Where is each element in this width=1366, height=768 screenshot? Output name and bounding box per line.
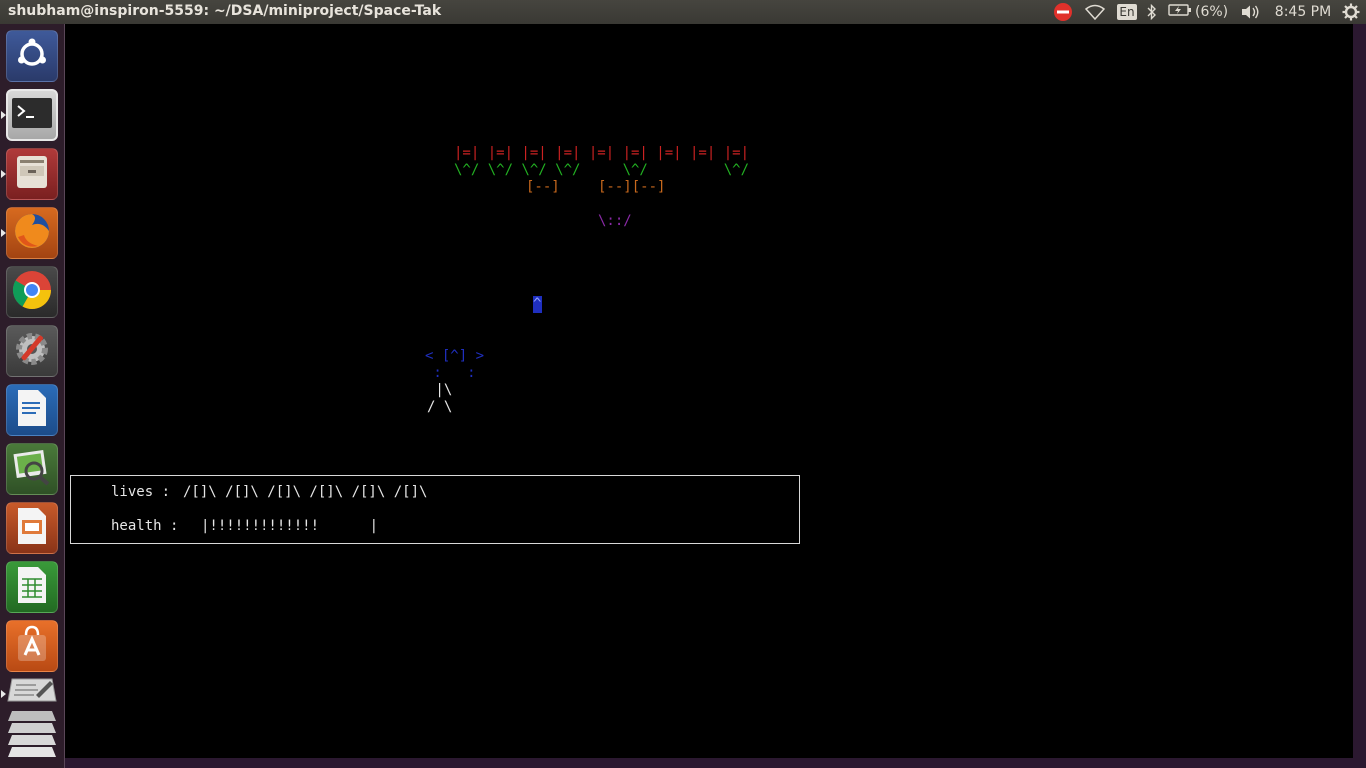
enemy-row-arms: \^/ \^/ \^/ \^/ \^/ \^/	[454, 162, 750, 178]
player-ship-feet: : :	[425, 365, 476, 381]
enemy-row-bodies-right: [--][--]	[598, 179, 666, 195]
software-center-launcher-button[interactable]	[6, 620, 58, 672]
enemy-row-helmets: |=| |=| |=| |=| |=| |=| |=| |=| |=|	[454, 145, 750, 161]
presentation-icon	[16, 506, 48, 550]
document-writer-icon	[16, 388, 48, 432]
clock[interactable]: 8:45 PM	[1270, 0, 1336, 24]
top-panel: shubham@inspiron-5559: ~/DSA/miniproject…	[0, 0, 1366, 24]
system-settings-launcher-button[interactable]	[6, 325, 58, 377]
workspace-switcher-button[interactable]	[6, 710, 58, 762]
text-editor-launcher-button[interactable]	[6, 674, 58, 714]
firefox-launcher-button[interactable]	[6, 207, 58, 259]
chrome-launcher-button[interactable]	[6, 266, 58, 318]
shopping-bag-icon	[15, 625, 49, 667]
terminal-scrollbar-area[interactable]	[1353, 24, 1366, 768]
volume-icon[interactable]	[1238, 0, 1262, 24]
ubuntu-dash-button[interactable]	[6, 30, 58, 82]
enemy-row-bodies-left: [--]	[526, 179, 560, 195]
workspace-stack-icon	[6, 709, 58, 763]
image-viewer-launcher-button[interactable]	[6, 443, 58, 495]
terminal-window[interactable]: |=| |=| |=| |=| |=| |=| |=| |=| |=| \^/ …	[65, 24, 1353, 758]
file-cabinet-icon	[15, 154, 49, 194]
impress-launcher-button[interactable]	[6, 502, 58, 554]
no-entry-icon[interactable]	[1052, 0, 1074, 24]
player-ship-head: < [^] >	[425, 348, 485, 364]
battery-icon	[1168, 3, 1192, 21]
health-label: health :	[111, 518, 179, 534]
health-bar: |!!!!!!!!!!!!! |	[201, 518, 379, 534]
battery-indicator[interactable]: (6%)	[1168, 0, 1232, 24]
chrome-icon	[11, 269, 53, 315]
settings-gear-wrench-icon	[12, 329, 52, 373]
status-box: lives : /[]\ /[]\ /[]\ /[]\ /[]\ /[]\ he…	[70, 475, 800, 544]
text-editor-pencil-icon	[6, 675, 58, 713]
files-launcher-button[interactable]	[6, 148, 58, 200]
window-bottom-border	[65, 758, 1353, 768]
firefox-icon	[12, 211, 52, 255]
lives-value: /[]\ /[]\ /[]\ /[]\ /[]\ /[]\	[183, 484, 428, 500]
calc-launcher-button[interactable]	[6, 561, 58, 613]
image-viewer-magnifier-icon	[12, 447, 52, 491]
enemy-bullet: \::/	[598, 213, 632, 229]
player-ship-legs: / \	[427, 399, 453, 415]
power-gear-icon[interactable]	[1340, 0, 1362, 24]
lives-label: lives :	[111, 484, 171, 500]
spreadsheet-icon	[16, 565, 48, 609]
writer-launcher-button[interactable]	[6, 384, 58, 436]
keyboard-icon: En	[1117, 4, 1137, 20]
player-bullet: ^	[533, 296, 542, 313]
window-title: shubham@inspiron-5559: ~/DSA/miniproject…	[8, 3, 442, 19]
launcher	[0, 24, 65, 768]
terminal-launcher-button[interactable]	[6, 89, 58, 141]
ubuntu-logo-icon	[15, 37, 49, 75]
battery-percent: (6%)	[1195, 4, 1229, 20]
wifi-icon[interactable]	[1084, 0, 1106, 24]
keyboard-layout-indicator[interactable]: En	[1117, 0, 1137, 24]
terminal-icon	[12, 98, 52, 132]
player-ship-body: |\	[427, 382, 453, 398]
bluetooth-icon[interactable]	[1144, 0, 1160, 24]
